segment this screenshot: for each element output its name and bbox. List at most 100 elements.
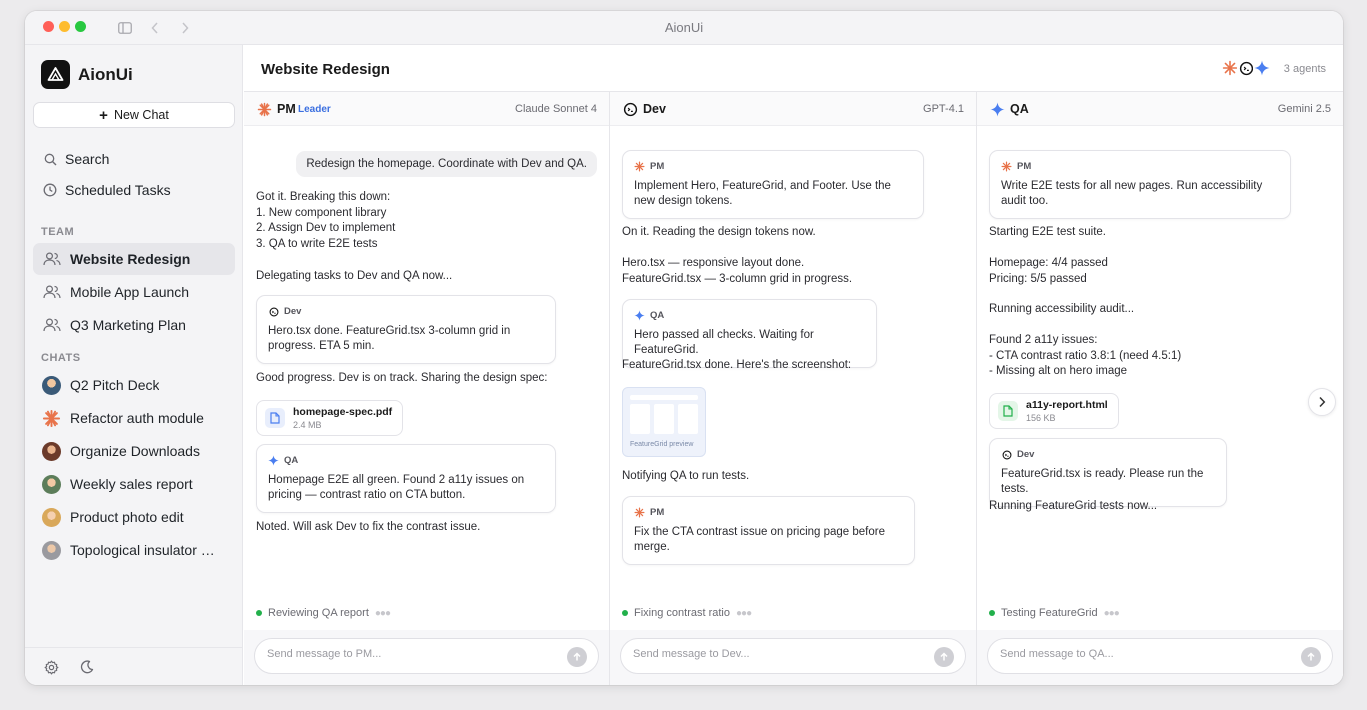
file-attachment[interactable]: a11y-report.html 156 KB [989, 393, 1119, 429]
agent-message: On it. Reading the design tokens now. [622, 226, 816, 238]
message-input[interactable] [1000, 648, 1260, 660]
sidebar-chat-organize-downloads[interactable]: Organize Downloads [33, 435, 235, 467]
relayed-message: Dev Hero.tsx done. FeatureGrid.tsx 3-col… [256, 295, 556, 364]
sender-name: QA [650, 310, 665, 321]
typing-dots-icon: ●●● [374, 607, 391, 619]
agent-column-pm: PM Leader Claude Sonnet 4 Redesign the h… [244, 92, 610, 685]
sidebar-item-q3-marketing-plan[interactable]: Q3 Marketing Plan [33, 309, 235, 341]
avatar-elder [42, 540, 61, 560]
sidebar-item-search[interactable]: Search [33, 143, 235, 175]
message-text: Hero.tsx done. FeatureGrid.tsx 3-column … [268, 324, 511, 353]
model-name: GPT-4.1 [923, 103, 964, 115]
arrow-up-icon [1307, 652, 1315, 661]
new-chat-button[interactable]: + New Chat [33, 102, 235, 128]
message-sender: PM [634, 505, 904, 521]
file-size: 2.4 MB [293, 420, 322, 430]
gemini-icon [989, 101, 1005, 117]
chevron-right-icon [1319, 396, 1326, 408]
sidebar-footer [25, 647, 242, 685]
main-panel: Website Redesign 3 agents PM Leader Clau… [244, 45, 1343, 685]
send-button[interactable] [934, 647, 954, 667]
team-icon [42, 317, 62, 333]
sidebar-item-scheduled-tasks[interactable]: Scheduled Tasks [33, 174, 235, 206]
message-text: FeatureGrid.tsx is ready. Please run the… [1001, 467, 1204, 496]
openai-icon [268, 306, 279, 317]
agents-count: 3 agents [1283, 63, 1326, 75]
sidebar-chat-weekly-sales-report[interactable]: Weekly sales report [33, 468, 235, 500]
agent-message: Hero.tsx — responsive layout done. Featu… [622, 257, 853, 285]
aionui-logo-icon [41, 60, 70, 89]
agent-message: Running accessibility audit... [989, 303, 1135, 315]
agent-status: Reviewing QA report ●●● [256, 607, 391, 619]
file-name: a11y-report.html [1026, 399, 1108, 411]
claude-icon [634, 161, 645, 172]
clock-icon [42, 182, 58, 198]
agent-message: Delegating tasks to Dev and QA now... [256, 270, 453, 282]
model-name: Gemini 2.5 [1277, 103, 1331, 115]
agent-column-header: PM Leader Claude Sonnet 4 [244, 92, 609, 126]
preview-cell [678, 404, 698, 434]
file-name: homepage-spec.pdf [293, 406, 393, 418]
leader-badge: Leader [298, 104, 331, 115]
agent-message: FeatureGrid.tsx done. Here's the screens… [622, 359, 852, 371]
sender-name: PM [1017, 161, 1032, 172]
composer-area [977, 630, 1343, 685]
message-sender: QA [268, 453, 545, 469]
agent-name: Dev [643, 102, 666, 116]
sidebar-item-label: Scheduled Tasks [65, 182, 171, 198]
image-caption: FeatureGrid preview [630, 441, 694, 448]
sidebar-chat-label: Refactor auth module [70, 410, 204, 426]
message-input[interactable] [633, 648, 893, 660]
settings-gear-icon[interactable] [43, 659, 59, 675]
gemini-icon [268, 455, 279, 466]
window-title: AionUi [664, 20, 704, 35]
agent-avatars[interactable] [1221, 59, 1271, 77]
sidebar-chat-refactor-auth-module[interactable]: Refactor auth module [33, 402, 235, 434]
sidebar-chat-label: Weekly sales report [70, 476, 193, 492]
sender-name: PM [650, 507, 665, 518]
typing-dots-icon: ●●● [1103, 607, 1120, 619]
team-icon [42, 284, 62, 300]
agent-message: Found 2 a11y issues: - CTA contrast rati… [989, 334, 1182, 377]
send-button[interactable] [1301, 647, 1321, 667]
preview-cell [654, 404, 674, 434]
message-sender: PM [1001, 159, 1280, 175]
message-text: Write E2E tests for all new pages. Run a… [1001, 179, 1263, 208]
agent-status: Testing FeatureGrid ●●● [989, 607, 1120, 619]
preview-bar [630, 395, 698, 400]
agent-message: Noted. Will ask Dev to fix the contrast … [256, 521, 481, 533]
claude-icon [42, 409, 61, 428]
message-composer [254, 638, 599, 674]
scroll-right-button[interactable] [1308, 388, 1336, 416]
avatar-blonde [42, 507, 61, 527]
agent-name: PM [277, 102, 296, 116]
moon-icon[interactable] [79, 659, 95, 675]
agent-name: QA [1010, 102, 1029, 116]
sidebar-chat-product-photo-edit[interactable]: Product photo edit [33, 501, 235, 533]
status-text: Reviewing QA report [268, 607, 369, 619]
agent-message: Running FeatureGrid tests now... [989, 500, 1158, 512]
message-text: Homepage E2E all green. Found 2 a11y iss… [268, 473, 525, 502]
agent-column-header: Dev GPT-4.1 [610, 92, 976, 126]
agent-message: Got it. Breaking this down: 1. New compo… [256, 191, 396, 250]
page-title: Website Redesign [261, 61, 390, 78]
image-attachment[interactable]: FeatureGrid preview [622, 387, 706, 457]
message-composer [620, 638, 966, 674]
typing-dots-icon: ●●● [735, 607, 752, 619]
status-text: Testing FeatureGrid [1001, 607, 1098, 619]
message-input[interactable] [267, 648, 527, 660]
sidebar-item-mobile-app-launch[interactable]: Mobile App Launch [33, 276, 235, 308]
send-button[interactable] [567, 647, 587, 667]
sidebar: AionUi + New Chat Search Scheduled Tasks… [25, 45, 243, 685]
document-icon [998, 401, 1018, 421]
gemini-icon [1253, 59, 1271, 77]
relayed-message: QA Homepage E2E all green. Found 2 a11y … [256, 444, 556, 513]
message-sender: Dev [268, 304, 545, 320]
avatar-glasses [42, 474, 61, 494]
sidebar-item-website-redesign[interactable]: Website Redesign [33, 243, 235, 275]
sidebar-chat-label: Product photo edit [70, 509, 184, 525]
sidebar-chat-topological-insulator[interactable]: Topological insulator p… [33, 534, 235, 566]
file-attachment[interactable]: homepage-spec.pdf 2.4 MB [256, 400, 404, 436]
sidebar-chat-q2-pitch-deck[interactable]: Q2 Pitch Deck [33, 369, 235, 401]
composer-area [244, 630, 609, 685]
